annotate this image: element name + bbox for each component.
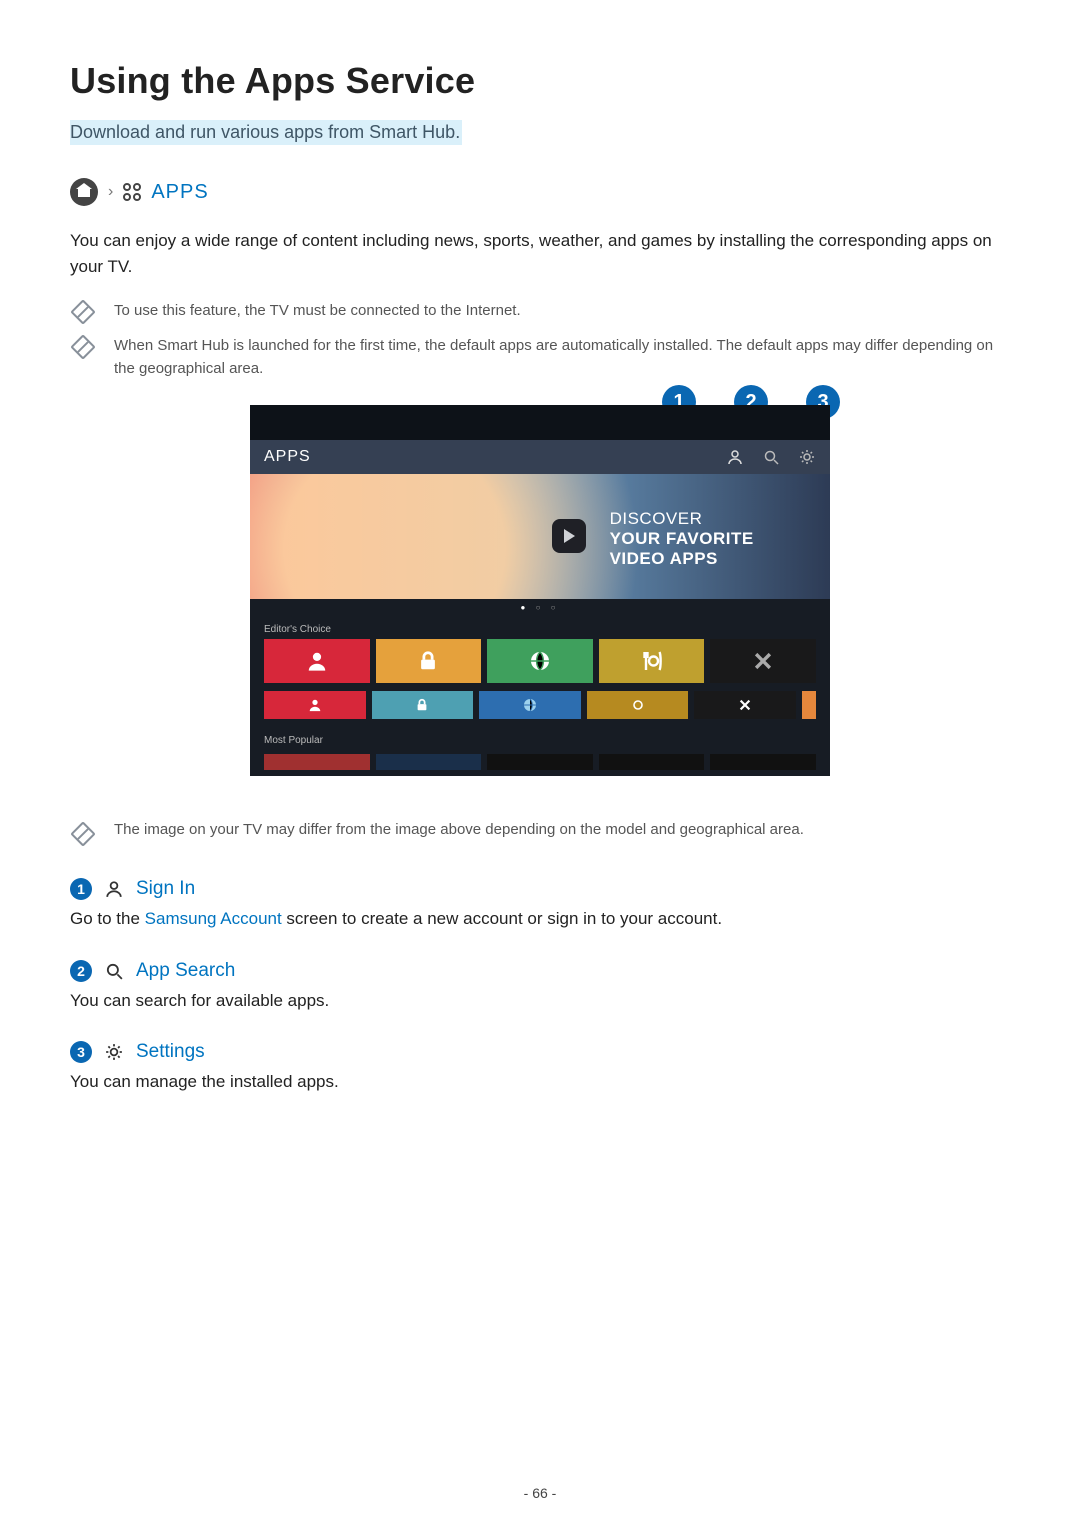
page-subtitle: Download and run various apps from Smart… bbox=[70, 120, 462, 145]
app-tile[interactable] bbox=[264, 691, 366, 719]
breadcrumb: › APPS bbox=[70, 178, 1010, 206]
app-tile[interactable] bbox=[264, 754, 370, 770]
banner-text: DISCOVER YOUR FAVORITE VIDEO APPS bbox=[610, 509, 754, 568]
note-text: To use this feature, the TV must be conn… bbox=[114, 299, 521, 322]
feature-label[interactable]: Settings bbox=[136, 1041, 205, 1063]
intro-paragraph: You can enjoy a wide range of content in… bbox=[70, 228, 1010, 281]
image-disclaimer: The image on your TV may differ from the… bbox=[70, 821, 1010, 843]
editors-choice-label: Editor's Choice bbox=[250, 616, 830, 639]
screenshot-apps-title: APPS bbox=[264, 448, 311, 466]
page-number: - 66 - bbox=[0, 1485, 1080, 1501]
app-tile[interactable] bbox=[487, 754, 593, 770]
home-icon[interactable] bbox=[70, 178, 98, 206]
search-icon bbox=[104, 961, 124, 981]
app-tile[interactable] bbox=[587, 691, 689, 719]
signin-icon[interactable] bbox=[726, 448, 744, 466]
note-text: The image on your TV may differ from the… bbox=[114, 821, 804, 838]
feature-label[interactable]: Sign In bbox=[136, 878, 195, 900]
app-tile[interactable] bbox=[599, 754, 705, 770]
note-text: When Smart Hub is launched for the first… bbox=[114, 334, 1010, 381]
feature-heading-signin: 1 Sign In bbox=[70, 878, 1010, 900]
feature-description: Go to the Samsung Account screen to crea… bbox=[70, 906, 1010, 932]
feature-heading-appsearch: 2 App Search bbox=[70, 960, 1010, 982]
app-tile[interactable] bbox=[599, 639, 705, 683]
app-tile[interactable] bbox=[802, 691, 816, 719]
samsung-account-link[interactable]: Samsung Account bbox=[145, 909, 282, 928]
page-title: Using the Apps Service bbox=[70, 60, 1010, 102]
app-tile[interactable] bbox=[376, 639, 482, 683]
note-item: To use this feature, the TV must be conn… bbox=[70, 299, 1010, 322]
note-icon bbox=[70, 334, 95, 359]
play-icon[interactable] bbox=[552, 519, 586, 553]
feature-description: You can manage the installed apps. bbox=[70, 1069, 1010, 1095]
callout-number: 1 bbox=[70, 878, 92, 900]
note-item: When Smart Hub is launched for the first… bbox=[70, 334, 1010, 381]
callout-number: 3 bbox=[70, 1041, 92, 1063]
app-tile[interactable] bbox=[479, 691, 581, 719]
gear-icon bbox=[104, 1042, 124, 1062]
note-icon bbox=[70, 822, 95, 847]
app-tile[interactable] bbox=[376, 754, 482, 770]
feature-label[interactable]: App Search bbox=[136, 960, 235, 982]
app-tile[interactable] bbox=[264, 639, 370, 683]
app-tile[interactable] bbox=[694, 691, 796, 719]
note-icon bbox=[70, 299, 95, 324]
most-popular-label: Most Popular bbox=[250, 727, 830, 750]
apps-grid-icon bbox=[123, 183, 141, 201]
carousel-dots[interactable]: ● ○ ○ bbox=[250, 599, 830, 616]
app-tile[interactable] bbox=[372, 691, 474, 719]
feature-description: You can search for available apps. bbox=[70, 988, 1010, 1014]
gear-icon[interactable] bbox=[798, 448, 816, 466]
chevron-right-icon: › bbox=[108, 183, 113, 201]
app-tile[interactable] bbox=[710, 639, 816, 683]
breadcrumb-apps-label[interactable]: APPS bbox=[151, 181, 208, 204]
person-icon bbox=[104, 879, 124, 899]
feature-heading-settings: 3 Settings bbox=[70, 1041, 1010, 1063]
callout-number: 2 bbox=[70, 960, 92, 982]
screenshot-figure: 1 2 3 APPS bbox=[250, 405, 830, 776]
search-icon[interactable] bbox=[762, 448, 780, 466]
app-tile[interactable] bbox=[710, 754, 816, 770]
app-tile[interactable] bbox=[487, 639, 593, 683]
